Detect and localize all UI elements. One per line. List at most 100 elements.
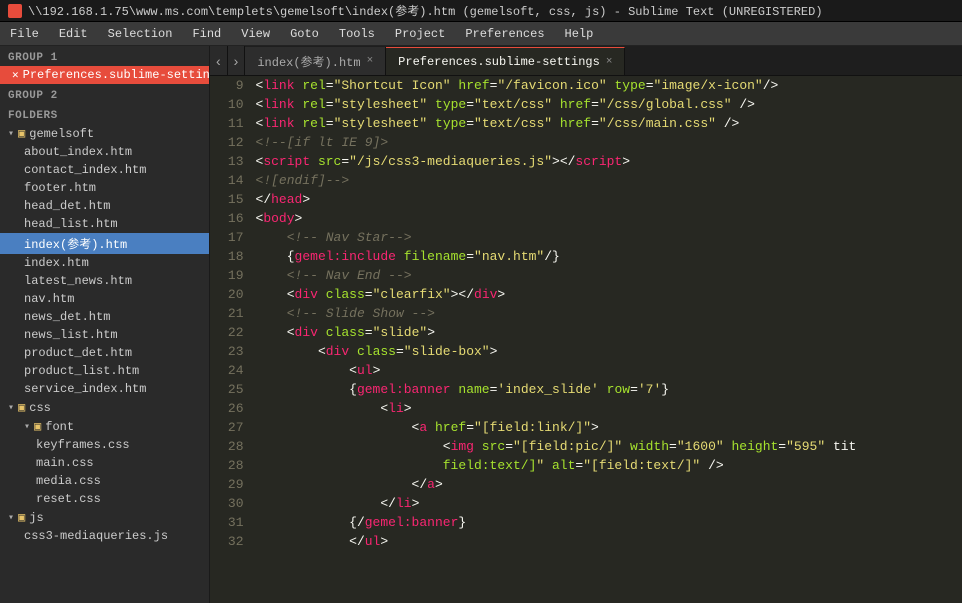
- file-service[interactable]: service_index.htm: [0, 380, 209, 398]
- tab-index[interactable]: index(参考).htm ×: [245, 47, 386, 75]
- table-row: 28 <img src="[field:pic/]" width="1600" …: [210, 437, 962, 456]
- table-row: 25 {gemel:banner name='index_slide' row=…: [210, 380, 962, 399]
- close-icon[interactable]: ✕: [12, 68, 19, 82]
- table-row: 27 <a href="[field:link/]">: [210, 418, 962, 437]
- main-layout: GROUP 1 ✕ Preferences.sublime-settings G…: [0, 46, 962, 603]
- line-code: <ul>: [256, 361, 962, 380]
- code-editor[interactable]: 9<link rel="Shortcut Icon" href="/favico…: [210, 76, 962, 603]
- table-row: 32 </ul>: [210, 532, 962, 551]
- table-row: 14<![endif]-->: [210, 171, 962, 190]
- menu-edit[interactable]: Edit: [49, 22, 98, 45]
- line-code: <div class="slide-box">: [256, 342, 962, 361]
- menu-goto[interactable]: Goto: [280, 22, 329, 45]
- tab-nav-left[interactable]: ‹: [210, 46, 228, 75]
- sidebar: GROUP 1 ✕ Preferences.sublime-settings G…: [0, 46, 210, 603]
- line-number: 23: [210, 342, 256, 361]
- line-code: <div class="slide">: [256, 323, 962, 342]
- file-nav[interactable]: nav.htm: [0, 290, 209, 308]
- table-row: 29 </a>: [210, 475, 962, 494]
- folder-css[interactable]: ▾ ▣ css: [0, 398, 209, 417]
- table-row: 11<link rel="stylesheet" type="text/css"…: [210, 114, 962, 133]
- line-number: 17: [210, 228, 256, 247]
- file-head-det[interactable]: head_det.htm: [0, 197, 209, 215]
- file-index[interactable]: index.htm: [0, 254, 209, 272]
- table-row: 20 <div class="clearfix"></div>: [210, 285, 962, 304]
- line-number: 15: [210, 190, 256, 209]
- group1-label: GROUP 1: [0, 46, 209, 66]
- file-footer[interactable]: footer.htm: [0, 179, 209, 197]
- line-number: 18: [210, 247, 256, 266]
- menu-project[interactable]: Project: [385, 22, 455, 45]
- tab-nav-right[interactable]: ›: [228, 46, 246, 75]
- file-media-css[interactable]: media.css: [0, 472, 209, 490]
- line-code: </a>: [256, 475, 962, 494]
- line-number: 11: [210, 114, 256, 133]
- table-row: 24 <ul>: [210, 361, 962, 380]
- file-head-list[interactable]: head_list.htm: [0, 215, 209, 233]
- table-row: 10<link rel="stylesheet" type="text/css"…: [210, 95, 962, 114]
- line-number: 10: [210, 95, 256, 114]
- folder-css-icon: ▣: [18, 400, 25, 415]
- folder-js-arrow: ▾: [8, 512, 14, 524]
- menu-find[interactable]: Find: [182, 22, 231, 45]
- folder-js-icon: ▣: [18, 510, 25, 525]
- file-main-css[interactable]: main.css: [0, 454, 209, 472]
- line-number: 32: [210, 532, 256, 551]
- folder-font-arrow: ▾: [24, 421, 30, 433]
- tab-preferences-close[interactable]: ×: [606, 56, 613, 68]
- app-icon: [8, 4, 22, 18]
- line-number: 19: [210, 266, 256, 285]
- file-news-list[interactable]: news_list.htm: [0, 326, 209, 344]
- folder-arrow-icon: ▾: [8, 128, 14, 140]
- file-contact[interactable]: contact_index.htm: [0, 161, 209, 179]
- line-number: 27: [210, 418, 256, 437]
- file-reset-css[interactable]: reset.css: [0, 490, 209, 508]
- table-row: 9<link rel="Shortcut Icon" href="/favico…: [210, 76, 962, 95]
- folder-css-name: css: [29, 401, 51, 415]
- folder-js[interactable]: ▾ ▣ js: [0, 508, 209, 527]
- file-product-det[interactable]: product_det.htm: [0, 344, 209, 362]
- line-code: <![endif]-->: [256, 171, 962, 190]
- table-row: 31 {/gemel:banner}: [210, 513, 962, 532]
- file-news-det[interactable]: news_det.htm: [0, 308, 209, 326]
- code-table: 9<link rel="Shortcut Icon" href="/favico…: [210, 76, 962, 551]
- menu-file[interactable]: File: [0, 22, 49, 45]
- line-number: 12: [210, 133, 256, 152]
- line-number: 26: [210, 399, 256, 418]
- line-code: </li>: [256, 494, 962, 513]
- table-row: 21 <!-- Slide Show -->: [210, 304, 962, 323]
- folder-gemelsoft[interactable]: ▾ ▣ gemelsoft: [0, 124, 209, 143]
- table-row: 22 <div class="slide">: [210, 323, 962, 342]
- line-code: <link rel="Shortcut Icon" href="/favicon…: [256, 76, 962, 95]
- menu-tools[interactable]: Tools: [329, 22, 385, 45]
- group2-label: GROUP 2: [0, 84, 209, 104]
- sidebar-active-file[interactable]: ✕ Preferences.sublime-settings: [0, 66, 209, 84]
- tab-preferences[interactable]: Preferences.sublime-settings ×: [386, 47, 625, 75]
- file-latest-news[interactable]: latest_news.htm: [0, 272, 209, 290]
- menu-selection[interactable]: Selection: [98, 22, 183, 45]
- folder-css-arrow: ▾: [8, 402, 14, 414]
- menu-preferences[interactable]: Preferences: [455, 22, 554, 45]
- folders-label: FOLDERS: [0, 104, 209, 124]
- folder-js-name: js: [29, 511, 43, 525]
- file-keyframes[interactable]: keyframes.css: [0, 436, 209, 454]
- file-index-ref[interactable]: index(参考).htm: [0, 233, 209, 254]
- line-code: {gemel:include filename="nav.htm"/}: [256, 247, 962, 266]
- menu-view[interactable]: View: [231, 22, 280, 45]
- line-code: <body>: [256, 209, 962, 228]
- title-text: \\192.168.1.75\www.ms.com\templets\gemel…: [28, 2, 823, 19]
- file-product-list[interactable]: product_list.htm: [0, 362, 209, 380]
- line-code: field:text/]" alt="[field:text/]" />: [256, 456, 962, 475]
- line-number: 22: [210, 323, 256, 342]
- line-number: 29: [210, 475, 256, 494]
- tab-index-close[interactable]: ×: [367, 55, 374, 67]
- line-number: 14: [210, 171, 256, 190]
- line-code: <li>: [256, 399, 962, 418]
- title-bar: \\192.168.1.75\www.ms.com\templets\gemel…: [0, 0, 962, 22]
- file-about[interactable]: about_index.htm: [0, 143, 209, 161]
- menu-help[interactable]: Help: [555, 22, 604, 45]
- folder-font[interactable]: ▾ ▣ font: [0, 417, 209, 436]
- file-css3-mediaqueries[interactable]: css3-mediaqueries.js: [0, 527, 209, 545]
- table-row: 15</head>: [210, 190, 962, 209]
- tab-preferences-label: Preferences.sublime-settings: [398, 55, 600, 69]
